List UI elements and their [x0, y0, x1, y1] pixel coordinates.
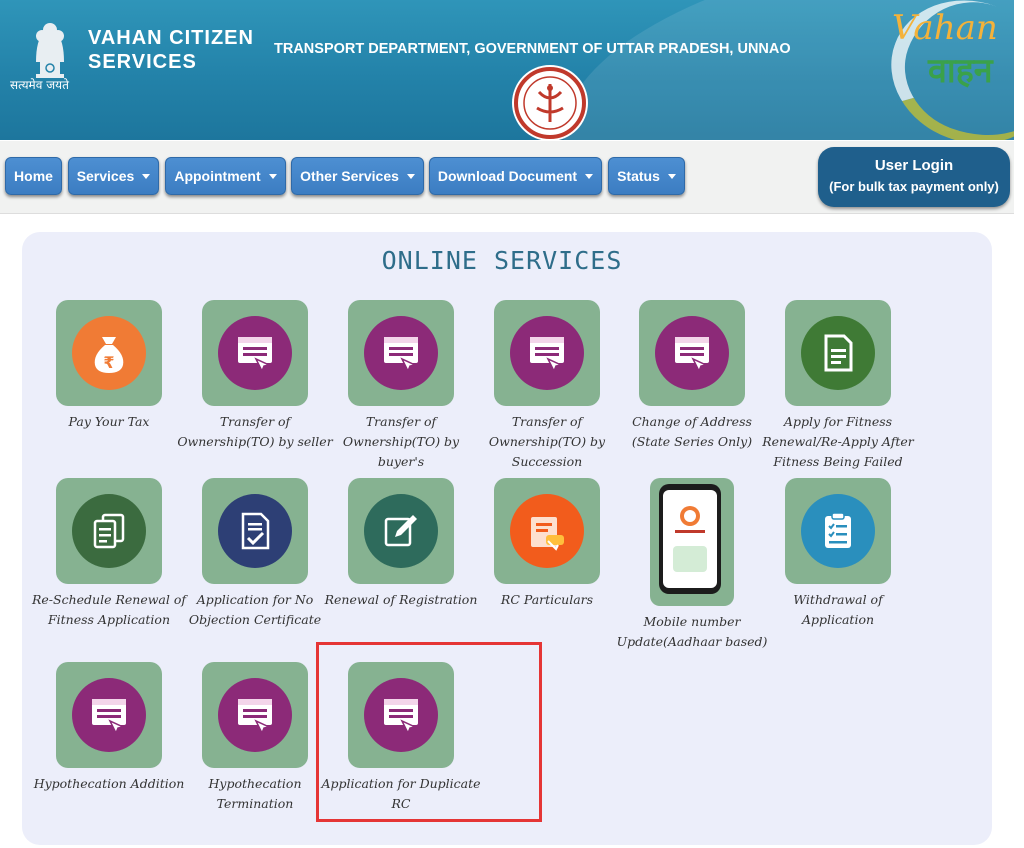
tile-label: Re-Schedule Renewal of Fitness Applicati…: [32, 592, 186, 627]
tile-label: Transfer of Ownership(TO) by buyer's: [342, 414, 460, 469]
tile-label: RC Particulars: [500, 592, 594, 607]
nav-services-button[interactable]: Services: [68, 157, 159, 195]
web-form-icon: [384, 337, 418, 373]
tile-label: Withdrawal of Application: [793, 592, 883, 627]
nav-appointment-button[interactable]: Appointment: [165, 157, 286, 195]
user-login-button[interactable]: User Login (For bulk tax payment only): [818, 147, 1010, 207]
caret-down-icon: [142, 173, 151, 179]
nav-home-button[interactable]: Home: [5, 157, 62, 195]
money-bag-icon: ₹: [94, 337, 124, 373]
nav-appointment-label: Appointment: [174, 168, 261, 184]
tile-transfer-ownership-seller[interactable]: Transfer of Ownership(TO) by seller: [175, 300, 335, 452]
vahan-logo: Vahan वाहन: [860, 0, 1014, 140]
caret-down-icon: [667, 173, 676, 179]
tile-label: Transfer of Ownership(TO) by seller: [177, 414, 333, 449]
document-icon: [824, 334, 853, 372]
web-form-icon: [238, 699, 272, 735]
web-form-icon: [238, 337, 272, 373]
tile-rc-particulars[interactable]: RC Particulars: [467, 478, 627, 610]
online-services-title: ONLINE SERVICES: [381, 246, 623, 275]
caret-down-icon: [585, 173, 594, 179]
nav-download-document-button[interactable]: Download Document: [429, 157, 602, 195]
caret-down-icon: [268, 173, 277, 179]
caret-down-icon: [406, 173, 415, 179]
edit-icon: [384, 515, 417, 547]
tile-renewal-of-registration[interactable]: Renewal of Registration: [321, 478, 481, 610]
nav-other-services-label: Other Services: [300, 168, 399, 184]
nav-other-services-button[interactable]: Other Services: [291, 157, 424, 195]
tile-apply-fitness-renewal[interactable]: Apply for Fitness Renewal/Re-Apply After…: [758, 300, 918, 472]
vahan-logo-text: Vahan: [892, 8, 998, 48]
tile-withdrawal-of-application[interactable]: Withdrawal of Application: [758, 478, 918, 630]
tile-label: Hypothecation Addition: [33, 776, 185, 791]
tile-label: Pay Your Tax: [68, 414, 150, 429]
tile-hypothecation-addition[interactable]: Hypothecation Addition: [29, 662, 189, 794]
rc-card-icon: [531, 517, 564, 551]
navigation-bar: Home Services Appointment Other Services…: [0, 141, 1014, 214]
nav-status-label: Status: [617, 168, 660, 184]
nav-services-label: Services: [76, 168, 135, 184]
tile-pay-your-tax[interactable]: ₹ Pay Your Tax: [29, 300, 189, 432]
tile-hypothecation-termination[interactable]: Hypothecation Termination: [175, 662, 335, 814]
up-government-seal-icon: [512, 65, 588, 140]
site-title: VAHAN CITIZEN SERVICES: [88, 27, 254, 73]
tile-label: Change of Address (State Series Only): [631, 414, 753, 449]
tile-label: Renewal of Registration: [324, 592, 478, 607]
tile-noc-application[interactable]: Application for No Objection Certificate: [175, 478, 335, 630]
web-form-icon: [675, 337, 709, 373]
documents-icon: [93, 513, 125, 549]
vahan-logo-hindi: वाहन: [928, 51, 993, 91]
certificate-icon: [241, 512, 270, 550]
tile-label: Apply for Fitness Renewal/Re-Apply After…: [762, 414, 914, 469]
user-login-label: User Login: [874, 157, 954, 174]
nav-home-label: Home: [14, 168, 53, 184]
web-form-icon: [530, 337, 564, 373]
svg-text:₹: ₹: [103, 353, 114, 372]
site-header: सत्यमेव जयते VAHAN CITIZEN SERVICES TRAN…: [0, 0, 1014, 140]
tile-label: Mobile number Update(Aadhaar based): [616, 614, 768, 649]
tile-reschedule-fitness[interactable]: Re-Schedule Renewal of Fitness Applicati…: [29, 478, 189, 630]
highlight-box: [316, 642, 542, 822]
nav-download-document-label: Download Document: [437, 168, 578, 184]
tile-label: Application for No Objection Certificate: [188, 592, 322, 627]
emblem-motto: सत्यमेव जयते: [10, 78, 69, 92]
mobile-phone-icon: [659, 484, 721, 594]
clipboard-icon: [825, 512, 851, 548]
user-login-sublabel: (For bulk tax payment only): [829, 179, 999, 194]
tile-mobile-number-update[interactable]: Mobile number Update(Aadhaar based): [612, 478, 772, 652]
web-form-icon: [92, 699, 126, 735]
department-title: TRANSPORT DEPARTMENT, GOVERNMENT OF UTTA…: [274, 41, 791, 57]
tile-transfer-ownership-succession[interactable]: Transfer of Ownership(TO) by Succession: [467, 300, 627, 472]
nav-status-button[interactable]: Status: [608, 157, 685, 195]
tile-change-of-address[interactable]: Change of Address (State Series Only): [612, 300, 772, 452]
tile-label: Hypothecation Termination: [208, 776, 302, 811]
tile-transfer-ownership-buyer[interactable]: Transfer of Ownership(TO) by buyer's: [321, 300, 481, 472]
tile-label: Transfer of Ownership(TO) by Succession: [488, 414, 606, 469]
